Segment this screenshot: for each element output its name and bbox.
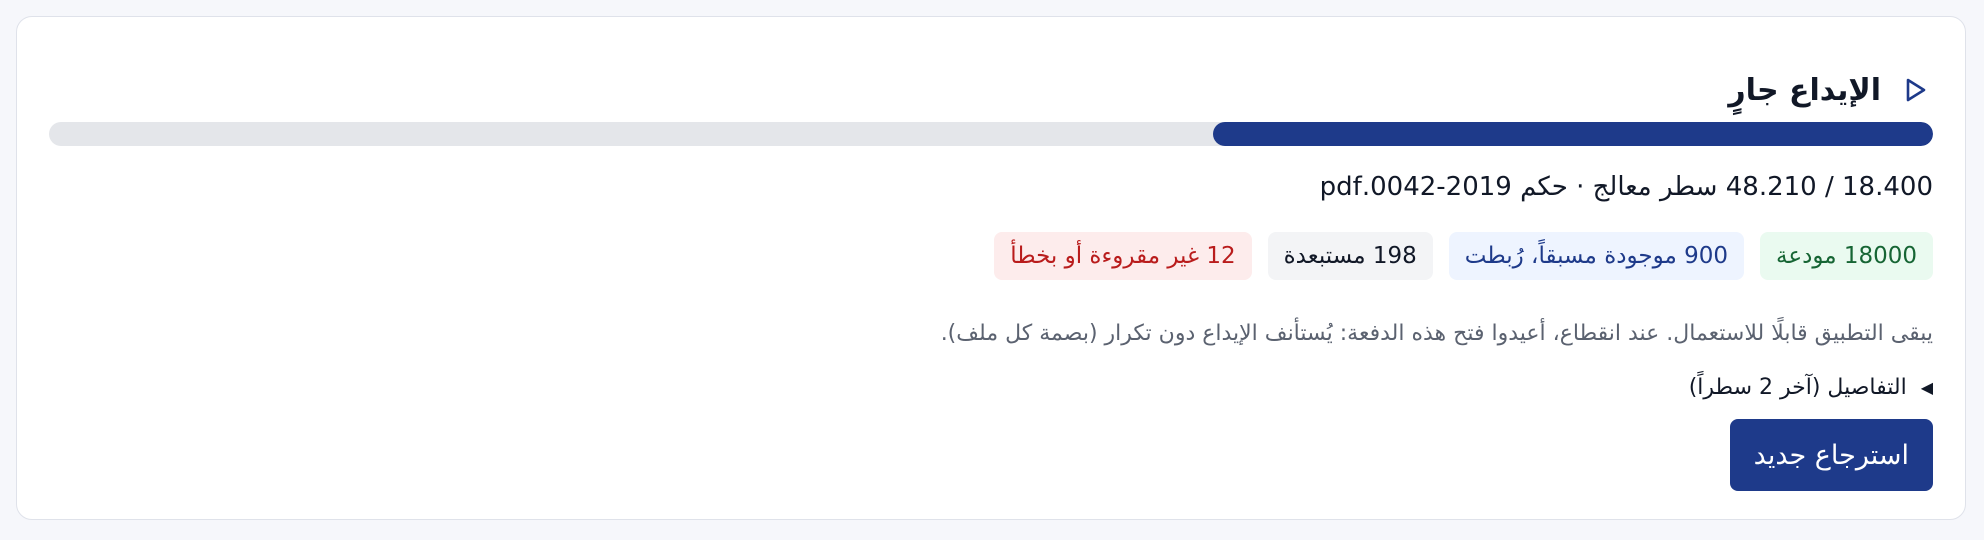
details-toggle-label: التفاصيل (آخر 2 سطراً) (1688, 375, 1907, 400)
card-header: الإيداع جارٍ (1728, 55, 1933, 125)
resume-note: يبقى التطبيق قابلًا للاستعمال. عند انقطا… (940, 321, 1933, 346)
page-title: الإيداع جارٍ (1728, 72, 1881, 108)
details-toggle[interactable]: ◀ التفاصيل (آخر 2 سطراً) (1689, 375, 1933, 400)
triangle-left-icon: ◀ (1920, 377, 1933, 397)
already-exists-badge: 900 موجودة مسبقاً، رُبطت (1448, 232, 1745, 280)
new-import-button[interactable]: استرجاع جديد (1729, 419, 1933, 491)
badge-row: 18000 مودعة 900 موجودة مسبقاً، رُبطت 198… (994, 232, 1933, 280)
excluded-badge: 198 مستبعدة (1267, 232, 1433, 280)
deposited-badge: 18000 مودعة (1760, 232, 1933, 280)
progress-bar (49, 122, 1933, 146)
status-line: 18.400 / 48.210 سطر معالج · حكم 2019-004… (1319, 172, 1933, 202)
progress-bar-fill (1213, 122, 1933, 146)
import-progress-card: الإيداع جارٍ 18.400 / 48.210 سطر معالج ·… (16, 16, 1966, 520)
unreadable-badge: 12 غير مقروءة أو بخطأ (994, 232, 1252, 280)
play-outline-icon (1897, 72, 1933, 108)
